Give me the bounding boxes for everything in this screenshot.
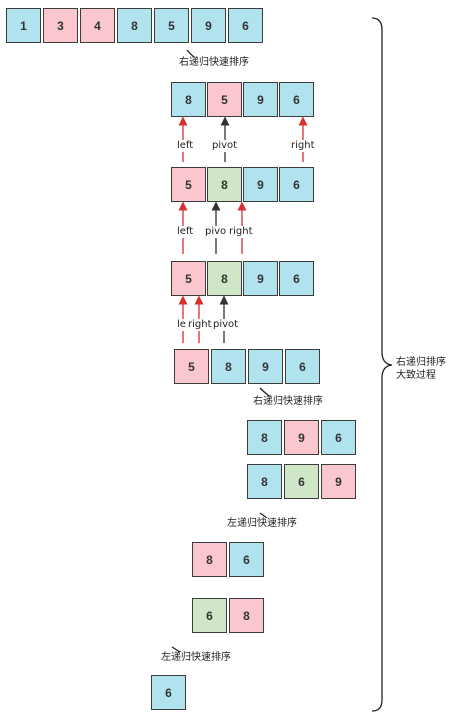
step-label: 左递归快速排序 xyxy=(226,518,298,530)
subarray-row-3-cell: 6 xyxy=(229,542,264,577)
subarray-row-2-cell: 8 xyxy=(247,464,282,499)
step-row-2-cell: 5 xyxy=(171,167,206,202)
step-row-1-cell: 9 xyxy=(243,82,278,117)
subarray-row-4-cell: 8 xyxy=(229,598,264,633)
step-row-2-cell: 9 xyxy=(243,167,278,202)
left-pointer-label: le xyxy=(176,319,187,331)
source-array-row-cell: 4 xyxy=(80,8,115,43)
right-brace xyxy=(371,17,393,712)
quicksort-process-diagram: 1 3 4 8 5 9 6 8 5 9 6 5 8 9 6 5 8 9 6 5 8 9 6 8 9 6 8 6 9 8 6 6 8 6 右递归快速排… xyxy=(0,0,453,716)
subarray-row-2-cell: 9 xyxy=(321,464,356,499)
subarray-row-3-cell: 8 xyxy=(192,542,227,577)
source-array-row-cell: 5 xyxy=(154,8,189,43)
subarray-row-1-cell: 8 xyxy=(247,420,282,455)
step-row-4-cell: 6 xyxy=(285,349,320,384)
right-pointer-label: right xyxy=(290,140,316,152)
step-row-3-cell: 9 xyxy=(243,261,278,296)
subarray-row-2-cell: 6 xyxy=(284,464,319,499)
step-row-3-cell: 6 xyxy=(279,261,314,296)
step-row-1-cell: 6 xyxy=(279,82,314,117)
step-row-2-cell: 8 xyxy=(207,167,242,202)
source-array-row-cell: 9 xyxy=(191,8,226,43)
step-row-4-cell: 9 xyxy=(248,349,283,384)
left-pointer-label: left xyxy=(176,226,195,238)
pivot-pointer-label: pivo xyxy=(204,226,228,238)
final-row-cell: 6 xyxy=(151,675,186,710)
source-array-row-cell: 8 xyxy=(117,8,152,43)
step-row-1-cell: 5 xyxy=(207,82,242,117)
step-label: 右递归快速排序 xyxy=(252,396,324,408)
step-row-2-cell: 6 xyxy=(279,167,314,202)
step-row-3-cell: 5 xyxy=(171,261,206,296)
subarray-row-4-cell: 6 xyxy=(192,598,227,633)
source-array-row-cell: 3 xyxy=(43,8,78,43)
brace-label-line1: 右递归排序 xyxy=(395,357,447,369)
brace-label-line2: 大致过程 xyxy=(395,370,437,382)
left-pointer-label: left xyxy=(176,140,195,152)
step-label: 左递归快速排序 xyxy=(160,652,232,664)
subarray-row-1-cell: 6 xyxy=(321,420,356,455)
right-pointer-label: right xyxy=(228,226,254,238)
step-row-1-cell: 8 xyxy=(171,82,206,117)
subarray-row-1-cell: 9 xyxy=(284,420,319,455)
source-array-row-cell: 6 xyxy=(228,8,263,43)
step-label: 右递归快速排序 xyxy=(178,57,250,69)
pivot-pointer-label: pivot xyxy=(212,319,240,331)
step-row-3-cell: 8 xyxy=(207,261,242,296)
step-row-4-cell: 8 xyxy=(211,349,246,384)
step-row-4-cell: 5 xyxy=(174,349,209,384)
pivot-pointer-label: pivot xyxy=(211,140,239,152)
right-pointer-label: right xyxy=(187,319,213,331)
source-array-row-cell: 1 xyxy=(6,8,41,43)
